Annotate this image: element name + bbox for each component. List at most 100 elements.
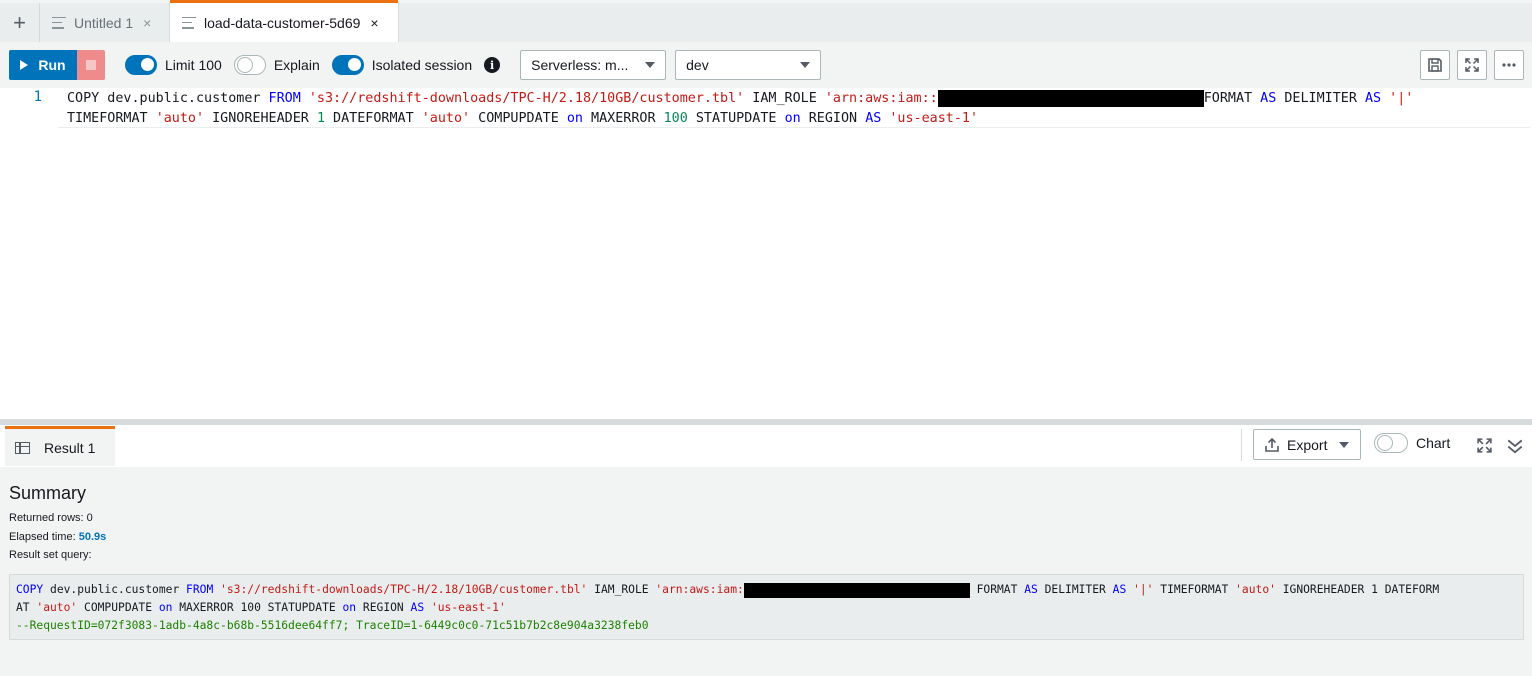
export-button[interactable]: Export (1253, 429, 1361, 460)
tab-label: Untitled 1 (74, 14, 134, 31)
code-number: 1 (316, 111, 325, 126)
export-label: Export (1287, 436, 1328, 453)
result-set-query-label: Result set query: (9, 549, 92, 561)
code-token: IGNOREHEADER (204, 111, 317, 126)
expand-results-button[interactable] (1476, 437, 1493, 459)
line-gutter: 1 (0, 88, 58, 420)
results-panel: Summary Returned rows: 0 Elapsed time: 5… (0, 467, 1532, 676)
elapsed-label: Elapsed time: (9, 531, 79, 543)
save-button[interactable] (1420, 50, 1450, 80)
redacted-block (937, 89, 1204, 107)
code-token: FORMAT (1203, 91, 1261, 106)
result-tab-label: Result 1 (44, 439, 96, 456)
code-token: IAM_ROLE (587, 583, 656, 596)
code-keyword: AS (410, 601, 425, 614)
query-line-1: COPY dev.public.customer FROM 's3://reds… (16, 581, 1517, 599)
database-value: dev (686, 57, 709, 73)
code-token: FORMAT (969, 583, 1025, 596)
code-line-1[interactable]: COPY dev.public.customer FROM 's3://reds… (67, 88, 1413, 109)
code-token: REGION (356, 601, 411, 614)
code-keyword: on (342, 601, 357, 614)
sql-editor[interactable]: 1 COPY dev.public.customer FROM 's3://re… (0, 88, 1532, 420)
tab-result-1[interactable]: Result 1 (5, 426, 115, 466)
code-string: 'auto' (421, 111, 471, 126)
chevron-down-icon (645, 62, 656, 68)
tab-untitled-1[interactable]: Untitled 1 × (40, 3, 170, 42)
limit-toggle[interactable]: Limit 100 (125, 55, 222, 75)
code-string: '|' (1133, 583, 1154, 596)
limit-switch[interactable] (125, 55, 157, 75)
redacted-block (743, 582, 970, 598)
query-toolbar: Run Limit 100 Explain Isolated session i… (0, 42, 1532, 88)
divider (1241, 429, 1242, 461)
ellipsis-icon (1502, 63, 1516, 67)
code-token: MAXERROR (583, 111, 664, 126)
code-string: 's3://redshift-downloads/TPC-H/2.18/10GB… (308, 91, 745, 106)
code-string: '|' (1389, 91, 1414, 106)
code-token: COMPUPDATE (470, 111, 567, 126)
code-token: AT (16, 601, 37, 614)
code-keyword: on (784, 111, 801, 126)
document-icon (52, 16, 66, 29)
tab-label: load-data-customer-5d69 (204, 14, 361, 31)
code-token: COPY dev.public.customer (67, 91, 269, 106)
more-options-button[interactable] (1494, 50, 1524, 80)
info-icon[interactable]: i (484, 57, 501, 73)
code-string: 'arn:aws:iam:: (824, 91, 938, 106)
isolated-session-toggle[interactable]: Isolated session (331, 55, 472, 75)
add-tab-button[interactable]: + (0, 3, 40, 42)
expand-icon (1465, 58, 1479, 72)
workgroup-select[interactable]: Serverless: m... (520, 50, 667, 80)
code-string: 'us-east-1' (889, 111, 979, 126)
result-set-query[interactable]: COPY dev.public.customer FROM 's3://reds… (9, 574, 1524, 640)
fullscreen-button[interactable] (1457, 50, 1487, 80)
code-number: 100 (663, 111, 688, 126)
chevron-down-icon (800, 62, 811, 68)
code-line-1-wrap[interactable]: TIMEFORMAT 'auto' IGNOREHEADER 1 DATEFOR… (67, 108, 978, 129)
document-icon (182, 16, 196, 29)
run-button[interactable]: Run (9, 50, 77, 80)
code-token: MAXERROR 100 STATUPDATE (172, 601, 343, 614)
close-icon[interactable]: × (370, 15, 378, 31)
explain-toggle[interactable]: Explain (233, 55, 320, 75)
play-icon (20, 60, 29, 70)
code-keyword: FROM (268, 91, 301, 106)
code-keyword: on (158, 601, 173, 614)
code-token: REGION (800, 111, 866, 126)
stop-icon (86, 60, 96, 70)
code-keyword: COPY (16, 583, 44, 596)
explain-label: Explain (273, 57, 320, 73)
explain-switch[interactable] (233, 55, 266, 75)
workgroup-value: Serverless: m... (531, 57, 629, 73)
code-string: 'auto' (1235, 583, 1276, 596)
query-line-2: AT 'auto' COMPUPDATE on MAXERROR 100 STA… (16, 599, 1517, 617)
close-icon[interactable]: × (143, 15, 151, 31)
stop-button[interactable] (77, 50, 105, 80)
collapse-results-button[interactable] (1506, 437, 1524, 460)
code-token: COMPUPDATE (77, 601, 159, 614)
code-keyword: FROM (186, 583, 214, 596)
chart-toggle[interactable]: Chart (1374, 433, 1450, 453)
summary-title: Summary (9, 483, 87, 503)
code-token: DELIMITER (1037, 583, 1113, 596)
table-icon (15, 441, 30, 454)
chart-label: Chart (1416, 435, 1451, 451)
code-keyword: on (566, 111, 583, 126)
query-comment-line: --RequestID=072f3083-1adb-4a8c-b68b-5516… (16, 619, 649, 632)
code-keyword: AS (865, 111, 882, 126)
database-select[interactable]: dev (675, 50, 822, 80)
code-string: 'auto' (155, 111, 205, 126)
chart-switch[interactable] (1374, 433, 1408, 453)
tab-load-data-customer[interactable]: load-data-customer-5d69 × (170, 0, 399, 42)
code-token: DELIMITER (1276, 91, 1365, 106)
chevron-down-icon (1339, 441, 1350, 448)
code-string: 's3://redshift-downloads/TPC-H/2.18/10GB… (220, 583, 588, 596)
expand-icon (1477, 438, 1492, 453)
save-icon (1428, 58, 1442, 72)
isolated-session-switch[interactable] (331, 55, 364, 75)
code-token: IAM_ROLE (744, 91, 825, 106)
double-chevron-down-icon (1507, 439, 1523, 454)
results-header: Result 1 Export Chart (0, 425, 1532, 467)
